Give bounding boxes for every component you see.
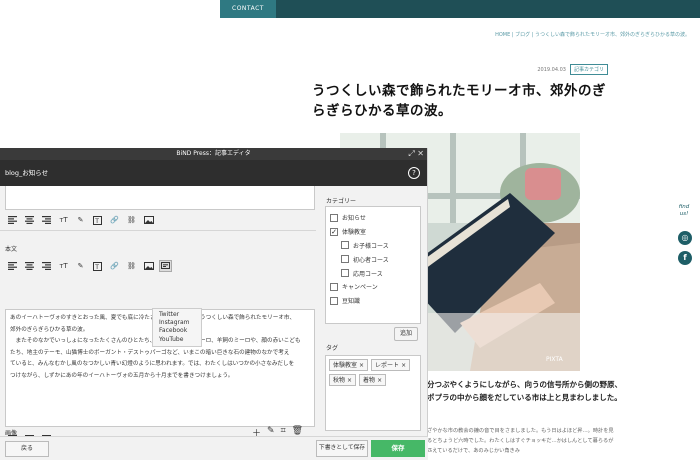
link-icon[interactable]: 🔗 bbox=[109, 261, 120, 271]
menu-item-youtube[interactable]: YouTube bbox=[153, 336, 201, 344]
checkbox[interactable] bbox=[330, 213, 338, 222]
contact-button[interactable]: CONTACT bbox=[220, 0, 276, 18]
article-editor: BiND Press：記事エディタ ⤢ ✕ blog_お知らせ ? тT ✎ T… bbox=[0, 148, 428, 460]
add-category-button[interactable]: 追加 bbox=[394, 327, 418, 341]
summary-textarea[interactable] bbox=[5, 186, 315, 210]
checkbox[interactable] bbox=[341, 255, 349, 264]
menu-item-twitter[interactable]: Twitter bbox=[153, 311, 201, 319]
back-button[interactable]: 戻る bbox=[5, 441, 49, 457]
checkbox[interactable] bbox=[330, 282, 338, 291]
color-picker-icon[interactable]: ✎ bbox=[75, 261, 86, 271]
category-item[interactable]: キャンペーン bbox=[330, 280, 420, 294]
remove-tag-icon[interactable]: × bbox=[377, 377, 382, 384]
align-left-icon[interactable] bbox=[7, 215, 18, 225]
body-toolbar: тT ✎ T 🔗 ⛓ bbox=[7, 260, 172, 272]
checkbox[interactable] bbox=[330, 296, 338, 305]
post-title: うつくしい森で飾られたモリーオ市、郊外のぎらぎらひかる草の波。 bbox=[312, 83, 606, 119]
blog-title: blog_お知らせ bbox=[5, 169, 49, 177]
align-left-icon[interactable] bbox=[7, 261, 18, 271]
category-badge[interactable]: 記事カテゴリ bbox=[569, 64, 608, 75]
share-embed-icon[interactable] bbox=[159, 260, 172, 272]
post-meta: 2019.04.03 記事カテゴリ bbox=[537, 64, 608, 75]
category-item[interactable]: お子様コース bbox=[330, 239, 420, 253]
post-body-text: ざやかな市の教会の鐘の音で目をさましました。もう日はよほど昇…。時計を見るとちょ… bbox=[427, 428, 614, 454]
facebook-icon[interactable]: f bbox=[678, 251, 692, 265]
post-date: 2019.04.03 bbox=[537, 66, 566, 73]
remove-tag-icon[interactable]: × bbox=[401, 362, 406, 369]
divider bbox=[0, 230, 316, 231]
checkbox-checked[interactable]: ✓ bbox=[330, 227, 338, 236]
body-line: つけながら、しずかにあの年のイーハトーヴォの五月から十月までを書きつけましょう。 bbox=[10, 372, 234, 379]
menu-item-facebook[interactable]: Facebook bbox=[153, 327, 201, 335]
align-center-icon[interactable] bbox=[24, 215, 35, 225]
editor-header: blog_お知らせ ? bbox=[0, 160, 427, 186]
editor-footer: 戻る 下書きとして保存 保存 bbox=[0, 436, 428, 460]
tag-chip[interactable]: レポート × bbox=[371, 359, 411, 371]
font-size-icon[interactable]: тT bbox=[58, 261, 69, 271]
body-line: たち、地主のテーモ、山猫博士のボーガント・デストゥパーゴなど、いまこの暗い巨きな… bbox=[10, 349, 290, 356]
image-icon[interactable] bbox=[143, 215, 154, 225]
align-center-icon[interactable] bbox=[24, 261, 35, 271]
instagram-icon[interactable]: ◎ bbox=[678, 231, 692, 245]
tag-chip[interactable]: 体験教室 × bbox=[329, 359, 369, 371]
svg-text:T: T bbox=[94, 218, 99, 225]
save-draft-button[interactable]: 下書きとして保存 bbox=[316, 440, 368, 457]
svg-text:T: T bbox=[94, 264, 99, 271]
category-list: お知らせ ✓ 体験教室 お子様コース 初心者コース 応用コース キャンペーン 豆知… bbox=[325, 206, 421, 341]
breadcrumb[interactable]: HOME | ブログ | うつくしい森で飾られたモリーオ市、郊外のぎらぎらひかる… bbox=[495, 31, 690, 38]
text-box-icon[interactable]: T bbox=[92, 215, 103, 225]
hero-credit: PIXTA bbox=[546, 356, 564, 363]
category-item[interactable]: ✓ 体験教室 bbox=[330, 225, 420, 239]
site-header: CONTACT bbox=[220, 0, 700, 18]
checkbox[interactable] bbox=[341, 241, 349, 250]
unlink-icon[interactable]: ⛓ bbox=[126, 215, 137, 225]
save-button[interactable]: 保存 bbox=[371, 440, 425, 457]
font-size-icon[interactable]: тT bbox=[58, 215, 69, 225]
follow-label: find us! bbox=[678, 204, 690, 217]
summary-toolbar: тT ✎ T 🔗 ⛓ bbox=[7, 215, 154, 225]
color-picker-icon[interactable]: ✎ bbox=[75, 215, 86, 225]
unlink-icon[interactable]: ⛓ bbox=[126, 261, 137, 271]
remove-tag-icon[interactable]: × bbox=[359, 362, 364, 369]
body-label: 本文 bbox=[5, 246, 18, 253]
body-line: ていると、みんなむかし風のなつかしい青い幻燈のように思われます。では、わたくしは… bbox=[10, 361, 295, 368]
tag-chip[interactable]: 着物 × bbox=[359, 374, 387, 386]
menu-item-instagram[interactable]: Instagram bbox=[153, 319, 201, 327]
close-icon[interactable]: ✕ bbox=[417, 149, 424, 158]
category-item[interactable]: お知らせ bbox=[330, 211, 420, 225]
expand-icon[interactable]: ⤢ bbox=[408, 149, 414, 158]
share-dropdown: Twitter Instagram Facebook YouTube bbox=[152, 308, 202, 347]
window-title: BiND Press：記事エディタ bbox=[176, 150, 251, 157]
help-button[interactable]: ? bbox=[408, 167, 420, 179]
post-body-lead: 分つぶやくようにしながら、向うの信号所から側の野原、ポプラの中から顔をだしている… bbox=[427, 380, 622, 402]
tag-chip[interactable]: 秋物 × bbox=[329, 374, 357, 386]
image-icon[interactable] bbox=[143, 261, 154, 271]
tag-label: タグ bbox=[326, 345, 339, 352]
editor-titlebar: BiND Press：記事エディタ ⤢ ✕ bbox=[0, 148, 427, 160]
category-item[interactable]: 応用コース bbox=[330, 266, 420, 280]
text-box-icon[interactable]: T bbox=[92, 261, 103, 271]
align-right-icon[interactable] bbox=[41, 215, 52, 225]
category-label: カテゴリー bbox=[326, 198, 357, 205]
checkbox[interactable] bbox=[341, 269, 349, 278]
editor-sidebar: カテゴリー お知らせ ✓ 体験教室 お子様コース 初心者コース 応用コース キャン… bbox=[322, 186, 428, 436]
category-item[interactable]: 豆知識 bbox=[330, 294, 420, 308]
editor-main: тT ✎ T 🔗 ⛓ 本文 тT ✎ T 🔗 ⛓ あのイーハトーヴォのすきとおっ… bbox=[0, 186, 316, 436]
tag-input[interactable]: 体験教室 × レポート × 秋物 × 着物 × bbox=[325, 355, 421, 431]
link-icon[interactable]: 🔗 bbox=[109, 215, 120, 225]
align-right-icon[interactable] bbox=[41, 261, 52, 271]
remove-tag-icon[interactable]: × bbox=[347, 377, 352, 384]
category-item[interactable]: 初心者コース bbox=[330, 252, 420, 266]
